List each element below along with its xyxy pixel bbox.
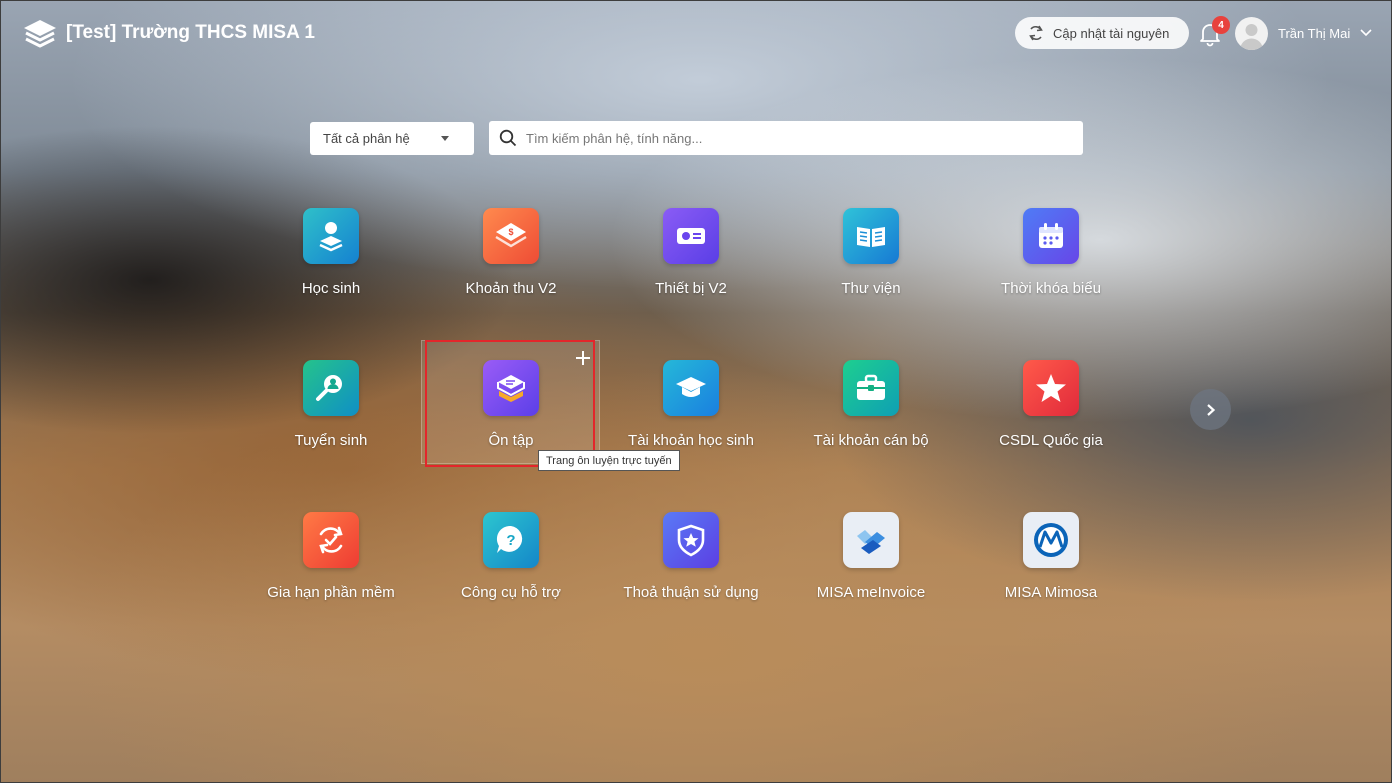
module-gia-han-phan-mem[interactable]: Gia hạn phần mềm (241, 512, 421, 632)
svg-text:$: $ (508, 227, 513, 237)
sync-resources-button[interactable]: Cập nhật tài nguyên (1015, 17, 1189, 49)
calendar-icon (1023, 208, 1079, 264)
module-tuyen-sinh[interactable]: Tuyển sinh (241, 360, 421, 480)
module-label: CSDL Quốc gia (999, 432, 1103, 449)
sync-icon (1029, 25, 1043, 41)
chevron-right-icon (1206, 403, 1215, 416)
module-label: Tài khoản cán bộ (813, 432, 929, 449)
module-label: Khoản thu V2 (465, 280, 557, 297)
module-label: Gia hạn phần mềm (267, 584, 395, 601)
briefcase-icon (843, 360, 899, 416)
module-filter-value: Tất cả phân hệ (323, 131, 410, 146)
misa-logo-icon[interactable] (22, 18, 58, 48)
module-label: Công cụ hỗ trợ (461, 584, 561, 601)
module-csdl-quoc-gia[interactable]: CSDL Quốc gia (961, 360, 1141, 480)
module-khoan-thu-v2[interactable]: $ Khoản thu V2 (421, 208, 601, 328)
search-box[interactable] (489, 121, 1083, 155)
module-thoa-thuan-su-dung[interactable]: Thoả thuận sử dụng (601, 512, 781, 632)
help-icon: ? (483, 512, 539, 568)
module-label: Thời khóa biểu (1001, 280, 1101, 297)
notification-badge: 4 (1212, 16, 1230, 34)
module-misa-meinvoice[interactable]: MISA meInvoice (781, 512, 961, 632)
renew-icon (303, 512, 359, 568)
fee-icon: $ (483, 208, 539, 264)
module-tai-khoan-can-bo[interactable]: Tài khoản cán bộ (781, 360, 961, 480)
chevron-down-icon[interactable] (1360, 28, 1372, 38)
sync-label: Cập nhật tài nguyên (1053, 25, 1170, 41)
module-thoi-khoa-bieu[interactable]: Thời khóa biểu (961, 208, 1141, 328)
module-hoc-sinh[interactable]: Học sinh (241, 208, 421, 328)
module-label: Học sinh (301, 280, 361, 297)
projector-icon (663, 208, 719, 264)
module-label: Thoả thuận sử dụng (623, 584, 759, 601)
module-label: Thư viện (841, 280, 901, 297)
next-page-button[interactable] (1190, 389, 1231, 430)
module-label: Tài khoản học sinh (628, 432, 754, 449)
caret-down-icon (441, 136, 449, 141)
module-misa-mimosa[interactable]: MISA Mimosa (961, 512, 1141, 632)
module-cong-cu-ho-tro[interactable]: ? Công cụ hỗ trợ (421, 512, 601, 632)
star-icon (1023, 360, 1079, 416)
module-label: Tuyển sinh (294, 432, 368, 449)
module-thiet-bi-v2[interactable]: Thiết bị V2 (601, 208, 781, 328)
module-label: MISA Mimosa (1004, 584, 1098, 601)
mimosa-icon (1023, 512, 1079, 568)
school-name: [Test] Trường THCS MISA 1 (66, 22, 315, 43)
user-avatar[interactable] (1235, 17, 1268, 50)
meinvoice-icon (843, 512, 899, 568)
user-name[interactable]: Trần Thị Mai (1278, 26, 1350, 41)
shield-star-icon (663, 512, 719, 568)
student-icon (303, 208, 359, 264)
module-label: Ôn tập (488, 432, 534, 449)
search-input[interactable] (526, 130, 1066, 146)
search-icon (499, 129, 517, 147)
svg-text:?: ? (506, 532, 515, 549)
graduation-cap-icon (663, 360, 719, 416)
search-person-icon (303, 360, 359, 416)
book-icon (843, 208, 899, 264)
avatar-person-icon (1240, 24, 1263, 50)
module-filter-select[interactable]: Tất cả phân hệ (310, 122, 474, 155)
module-label: MISA meInvoice (816, 584, 926, 601)
module-label: Thiết bị V2 (655, 280, 727, 297)
tooltip: Trang ôn luyện trực tuyến (538, 450, 680, 471)
review-icon (483, 360, 539, 416)
module-thu-vien[interactable]: Thư viện (781, 208, 961, 328)
add-favorite-plus-icon[interactable] (575, 350, 591, 366)
